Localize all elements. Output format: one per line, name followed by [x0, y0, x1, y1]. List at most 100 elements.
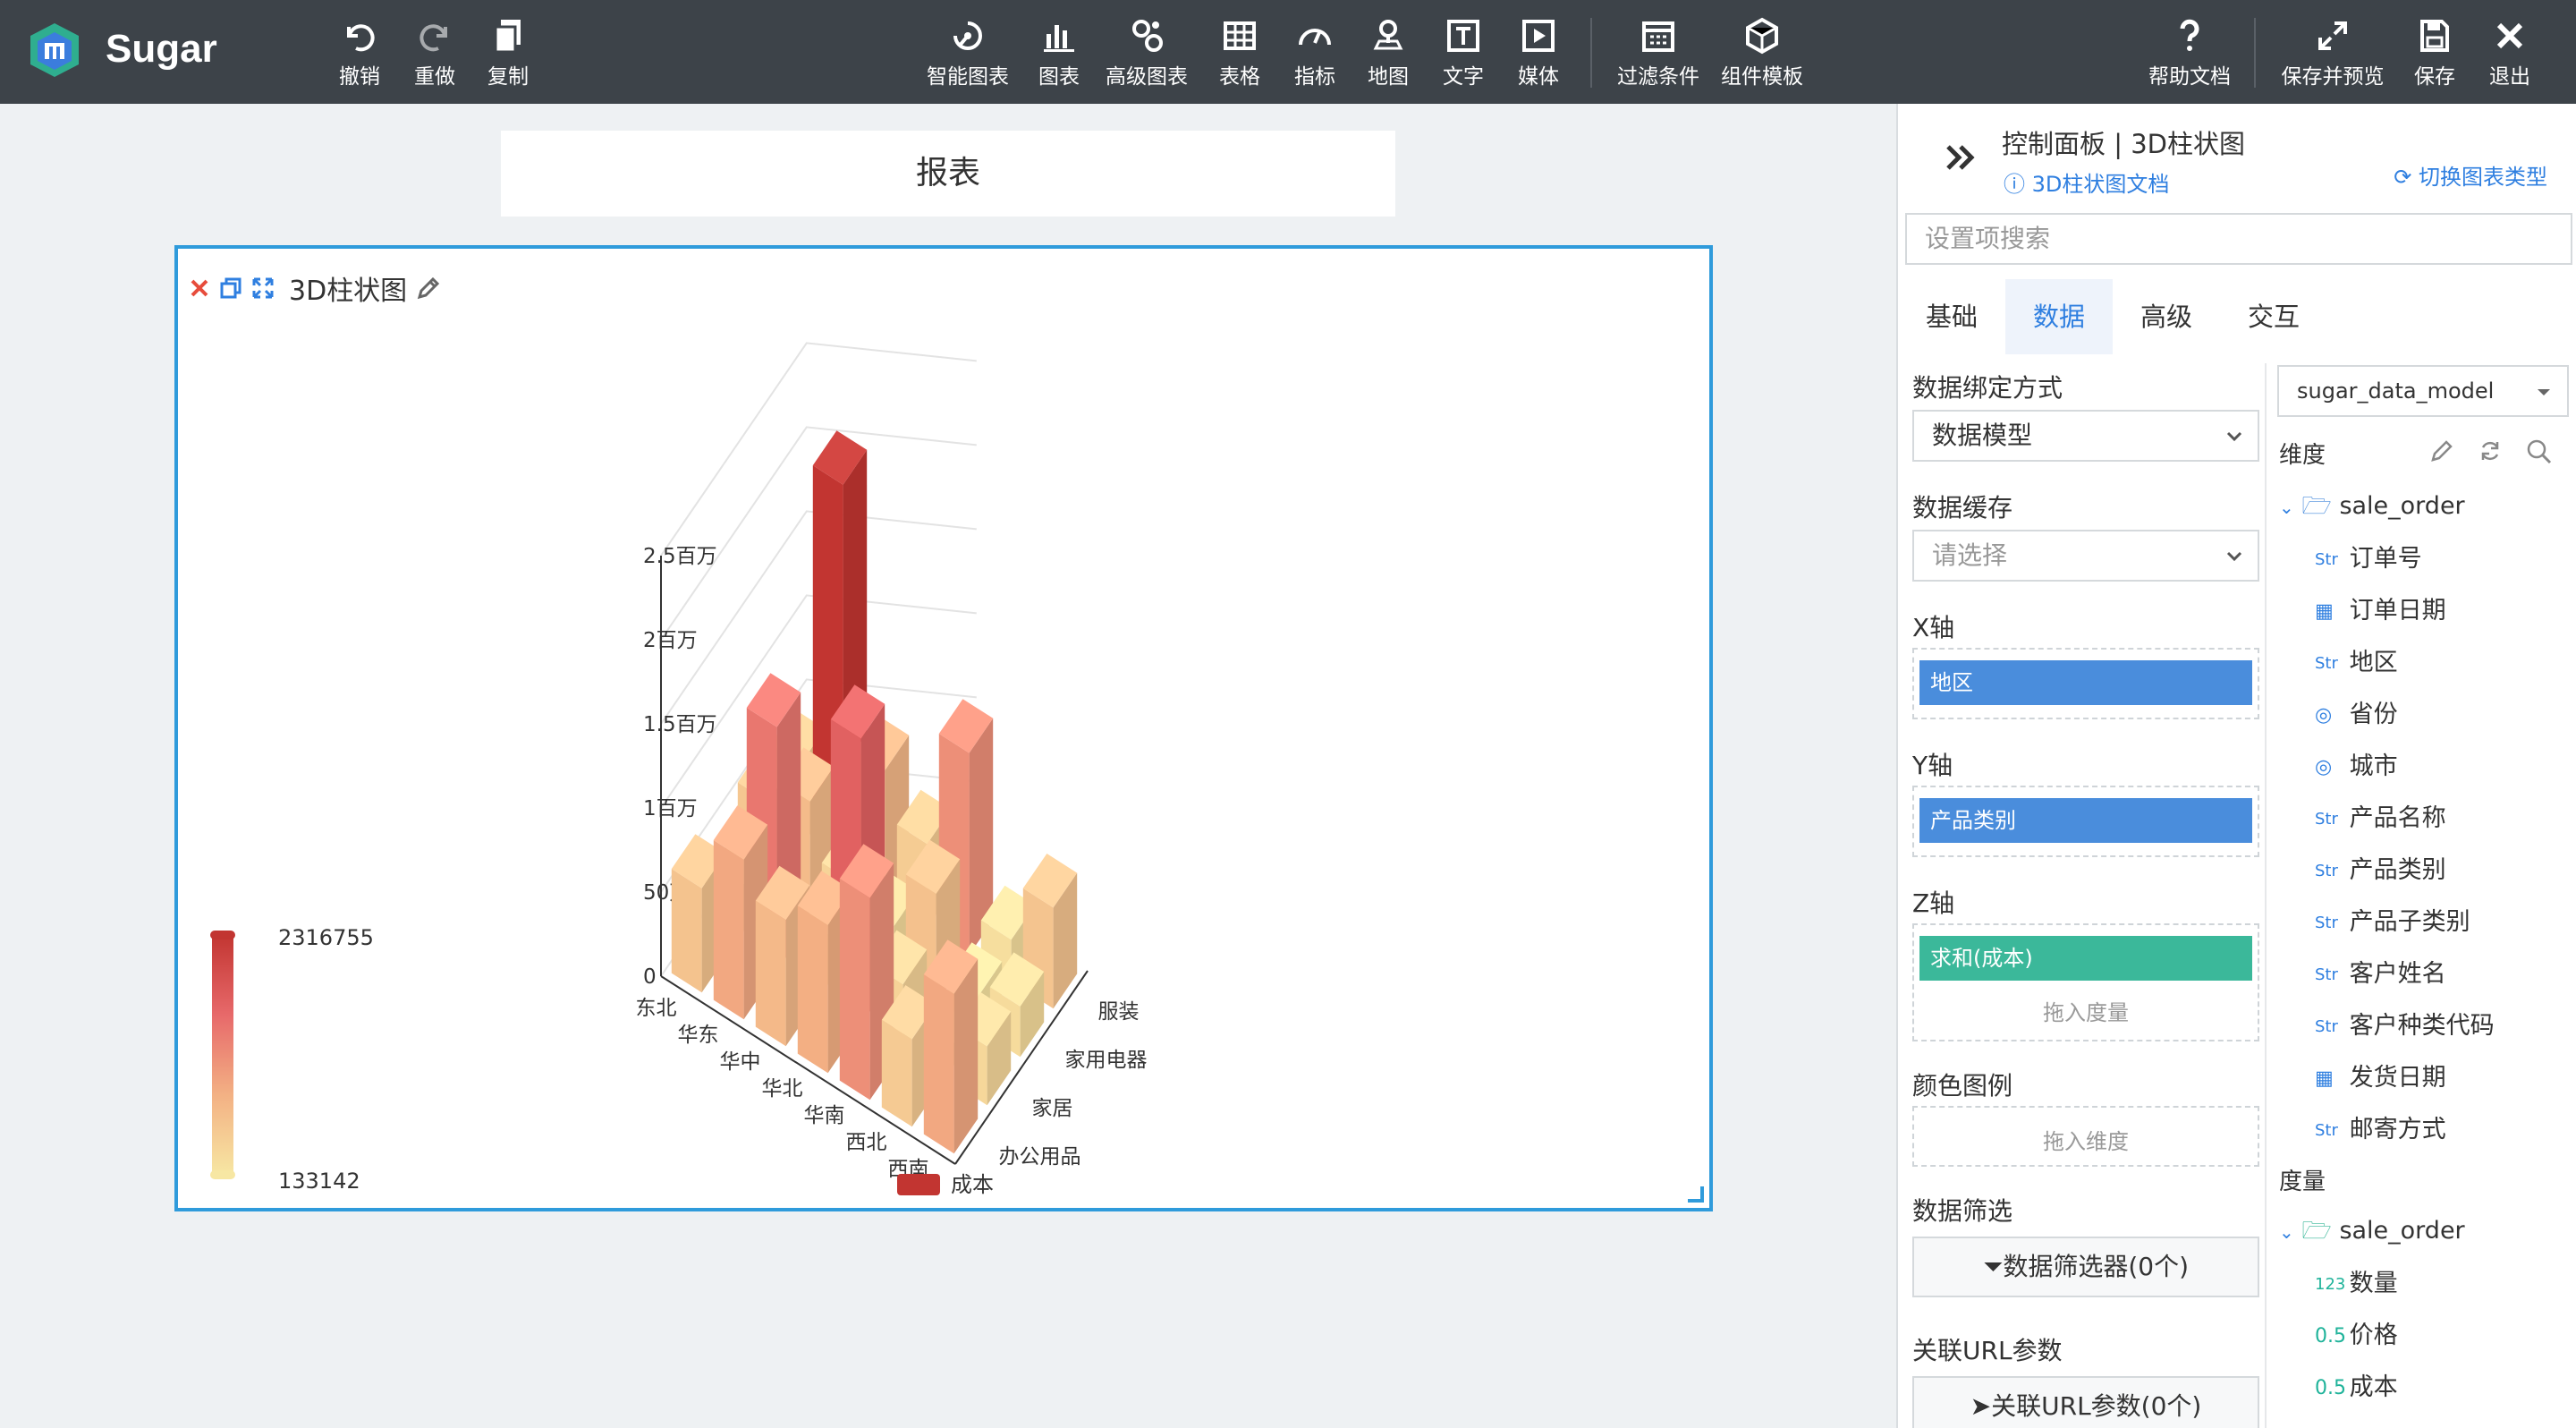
z-axis-dropzone[interactable]: 求和(成本) 拖入度量	[1912, 923, 2259, 1041]
z-axis-drop-hint: 拖入度量	[2043, 1000, 2129, 1025]
measure-field-item[interactable]: 0.5 价格	[2315, 1315, 2398, 1350]
chevron-down-icon: ⌄	[2279, 1221, 2294, 1243]
data-filter-button[interactable]: ⏷数据筛选器(0个)	[1912, 1237, 2259, 1297]
redo-button[interactable]: 重做	[410, 16, 460, 93]
z-tick-label: 1.5百万	[643, 713, 717, 736]
dimension-field-item[interactable]: ▦ 发货日期	[2315, 1058, 2446, 1092]
x-tick-label: 华东	[678, 1024, 719, 1047]
sugar-logo-icon	[30, 23, 79, 77]
z-tick-label: 0	[643, 965, 657, 989]
media-button[interactable]: 媒体	[1513, 16, 1563, 93]
chart-doc-link[interactable]: ⓘ 3D柱状图文档	[2004, 166, 2169, 198]
x-axis-field-pill[interactable]: 地区	[1919, 660, 2252, 705]
bar-front-face	[671, 869, 702, 993]
decimal-type-icon: 0.5	[2315, 1377, 2346, 1399]
question-icon	[2180, 19, 2199, 51]
tab-basic[interactable]: 基础	[1898, 279, 2005, 354]
x-tick-label: 华北	[762, 1077, 803, 1101]
component-template-button[interactable]: 组件模板	[1719, 16, 1805, 93]
dimension-field-item[interactable]: Str 订单号	[2315, 539, 2422, 574]
bar-front-face	[839, 879, 870, 1101]
indicator-button[interactable]: 指标	[1290, 16, 1340, 93]
chevron-down-icon: ⌄	[2279, 497, 2294, 518]
save-button[interactable]: 保存	[2410, 16, 2460, 93]
dimension-field-item[interactable]: Str 客户种类代码	[2315, 1006, 2495, 1041]
advanced-chart-button[interactable]: 高级图表	[1104, 16, 1190, 93]
bar-front-face	[755, 900, 786, 1047]
y-tick-label: 办公用品	[999, 1145, 1081, 1169]
dimension-field-item[interactable]: Str 客户姓名	[2315, 954, 2446, 989]
legend-swatch	[897, 1174, 940, 1195]
z-axis-label: Z轴	[1912, 888, 1955, 918]
resize-handle-icon[interactable]	[1684, 1183, 1704, 1203]
data-filter-label: 数据筛选	[1912, 1196, 2013, 1226]
dimension-field-item[interactable]: Str 产品类别	[2315, 850, 2446, 885]
save-preview-button[interactable]: 保存并预览	[2277, 16, 2388, 93]
smart-chart-button[interactable]: 智能图表	[925, 16, 1011, 93]
string-type-icon: Str	[2315, 810, 2338, 829]
dimension-field-item[interactable]: Str 产品名称	[2315, 798, 2446, 833]
string-type-icon: Str	[2315, 654, 2338, 673]
exit-button[interactable]: 退出	[2485, 16, 2535, 93]
help-circle-icon: ⓘ	[2004, 172, 2025, 197]
filter-condition-button[interactable]: 过滤条件	[1615, 16, 1701, 93]
x-tick-label: 西北	[846, 1131, 887, 1154]
table-button[interactable]: 表格	[1215, 16, 1265, 93]
color-legend-label: 颜色图例	[1912, 1071, 2013, 1101]
measure-table-node[interactable]: ⌄ 🗁 sale_order	[2279, 1213, 2465, 1254]
cache-select[interactable]: 请选择	[1912, 530, 2259, 582]
chart-widget[interactable]: 3D柱状图 0 50万 1百万 1.5百万 2百万 2.5百万 东北 华东 华中 华北 华南 西北 西南…	[174, 245, 1713, 1211]
search-icon[interactable]	[2526, 438, 2553, 465]
dimension-field-item[interactable]: ▦ 订单日期	[2315, 591, 2446, 625]
switch-chart-type-link[interactable]: ⟳ 切换图表类型	[2394, 159, 2547, 191]
string-type-icon: Str	[2315, 1017, 2338, 1036]
dimension-field-item[interactable]: ◎ 城市	[2315, 746, 2398, 781]
legend-label: 成本	[951, 1172, 994, 1197]
bar-front-face	[797, 905, 828, 1074]
bar-front-face	[923, 974, 954, 1154]
y-axis-field-pill[interactable]: 产品类别	[1919, 798, 2252, 843]
chart-button[interactable]: 图表	[1034, 16, 1084, 93]
url-param-button[interactable]: ➤关联URL参数(0个)	[1912, 1376, 2259, 1428]
help-doc-button[interactable]: 帮助文档	[2145, 16, 2234, 93]
settings-search-input[interactable]: 设置项搜索	[1905, 213, 2572, 265]
dimension-field-item[interactable]: Str 邮寄方式	[2315, 1109, 2446, 1144]
z-tick-label: 2.5百万	[643, 545, 717, 568]
tab-interaction[interactable]: 交互	[2220, 279, 2327, 354]
tab-data[interactable]: 数据	[2005, 279, 2113, 354]
measure-field-item[interactable]: 0.5 成本	[2315, 1367, 2398, 1402]
map-button[interactable]: 地图	[1363, 16, 1413, 93]
y-axis-label: Y轴	[1912, 751, 1953, 780]
data-model-select[interactable]: sugar_data_model	[2277, 365, 2569, 417]
z-axis-field-pill[interactable]: 求和(成本)	[1919, 936, 2252, 981]
text-button[interactable]: 文字	[1438, 16, 1488, 93]
string-type-icon: Str	[2315, 914, 2338, 932]
refresh-icon[interactable]	[2478, 438, 2503, 463]
dimension-field-item[interactable]: Str 地区	[2315, 642, 2398, 677]
gauge-icon	[1299, 29, 1331, 46]
data-model-select-value: sugar_data_model	[2297, 378, 2495, 404]
tab-advanced[interactable]: 高级	[2113, 279, 2220, 354]
report-title[interactable]: 报表	[501, 131, 1395, 217]
bar-front-face	[713, 840, 744, 1020]
dimension-field-item[interactable]: ◎ 省份	[2315, 694, 2398, 729]
dimension-table-node[interactable]: ⌄ 🗁 sale_order	[2279, 489, 2465, 530]
y-axis-dropzone[interactable]: 产品类别	[1912, 786, 2259, 857]
cube-icon	[1746, 17, 1778, 55]
copy-button[interactable]: 复制	[483, 16, 533, 93]
dimension-field-item[interactable]: Str 产品子类别	[2315, 902, 2470, 937]
bar3d-chart: 050万1百万1.5百万2百万2.5百万东北华东华中华北华南西北西南办公用品家居…	[210, 342, 1148, 1197]
undo-button[interactable]: 撤销	[335, 16, 385, 93]
edit-pencil-icon[interactable]	[2429, 438, 2454, 463]
binding-select[interactable]: 数据模型	[1912, 410, 2259, 462]
z-tick-label: 1百万	[643, 797, 698, 820]
copy-icon	[494, 20, 521, 54]
dimension-field-name: 订单号	[2349, 545, 2422, 573]
collapse-panel-icon[interactable]	[1943, 140, 1979, 175]
x-tick-label: 东北	[636, 997, 677, 1020]
dimension-field-name: 订单日期	[2349, 597, 2446, 625]
measure-field-item[interactable]: 123 数量	[2315, 1263, 2398, 1298]
x-axis-dropzone[interactable]: 地区	[1912, 648, 2259, 719]
color-legend-dropzone[interactable]: 拖入维度	[1912, 1106, 2259, 1167]
dimension-field-name: 城市	[2349, 752, 2398, 780]
